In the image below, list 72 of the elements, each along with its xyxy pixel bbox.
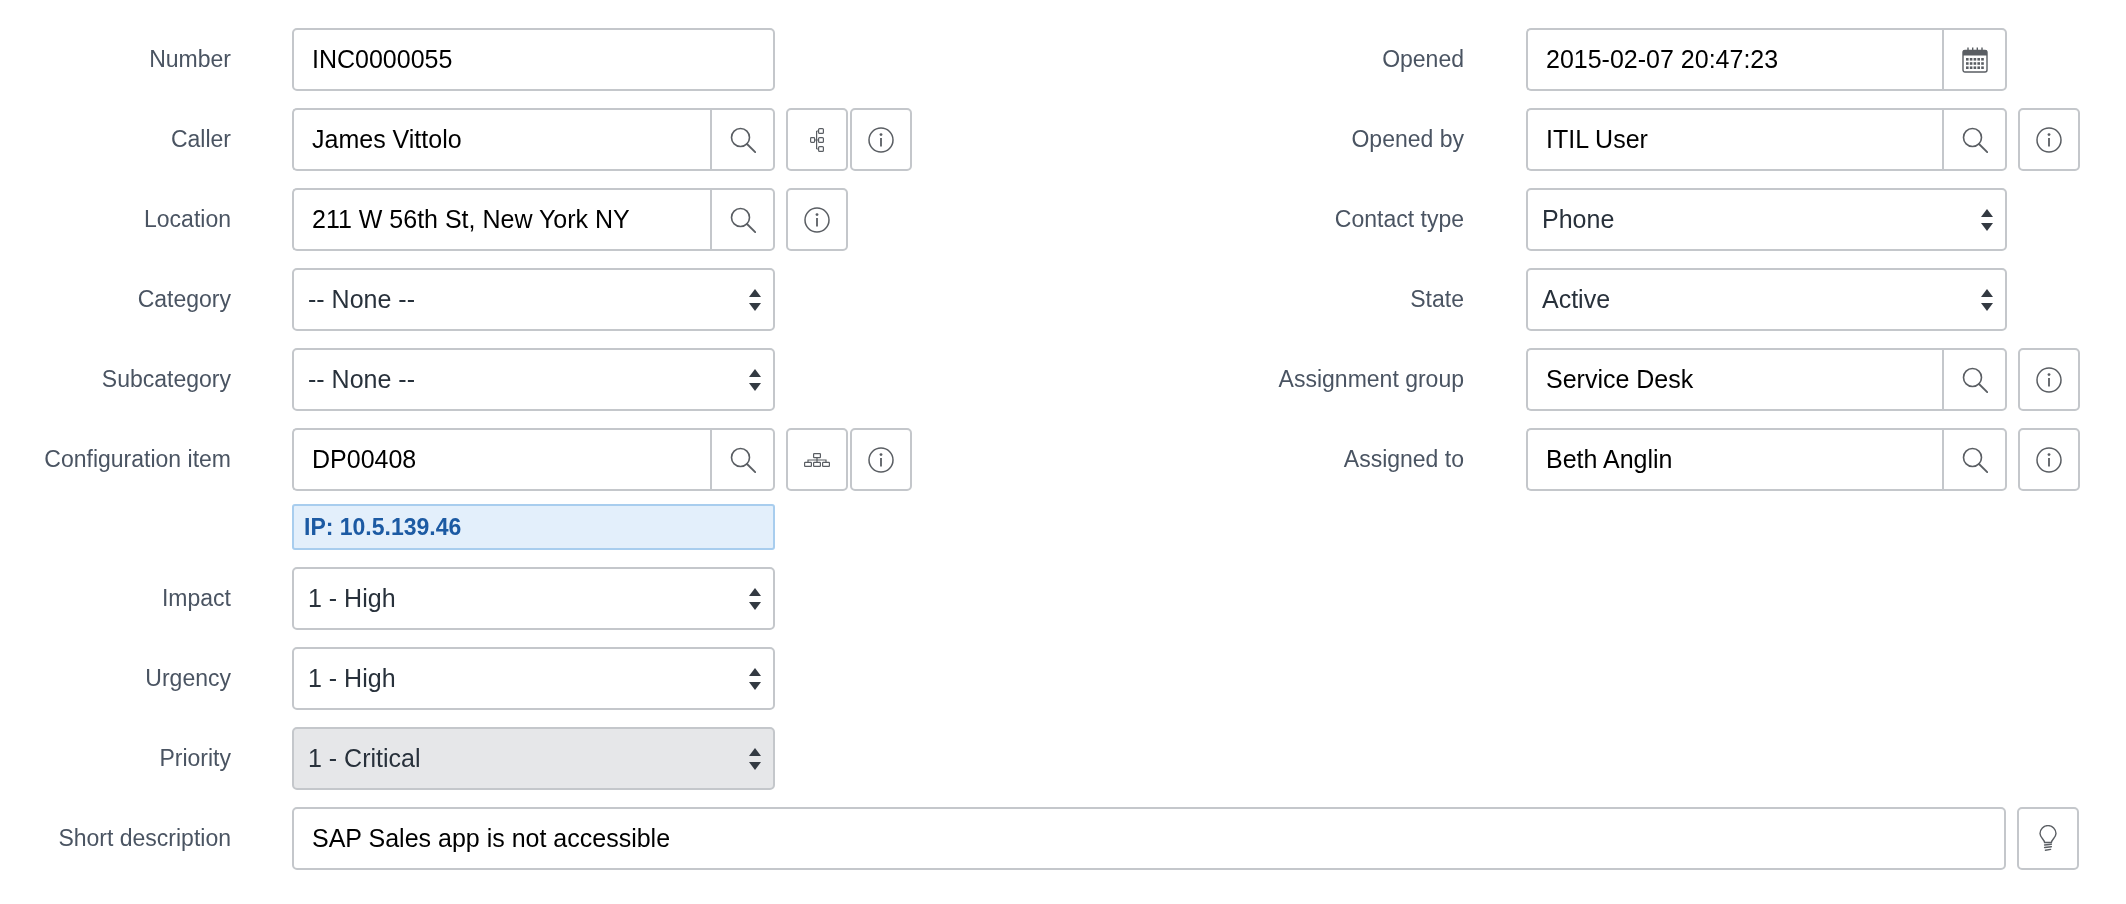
lightbulb-button[interactable] <box>2017 807 2079 870</box>
select-field[interactable]: Phone <box>1526 188 2007 251</box>
calendar-button[interactable] <box>1942 28 2007 91</box>
sort-arrows-icon <box>1981 288 1993 311</box>
input-field[interactable]: SAP Sales app is not accessible <box>292 807 2006 870</box>
field-label: Opened by <box>1350 126 1464 153</box>
date-field[interactable]: 2015-02-07 20:47:23 <box>1526 28 1942 91</box>
search-icon <box>1961 446 1988 473</box>
search-button[interactable] <box>710 188 775 251</box>
info-button[interactable] <box>850 428 912 491</box>
search-icon <box>1961 366 1988 393</box>
input-field[interactable]: Service Desk <box>1526 348 1942 411</box>
field-label: Assigned to <box>1342 446 1464 473</box>
field-label: Location <box>143 206 231 233</box>
select-field[interactable]: 1 - High <box>292 647 775 710</box>
sort-arrows-icon <box>749 368 761 391</box>
hierarchy-icon <box>804 452 830 467</box>
info-button[interactable] <box>850 108 912 171</box>
info-button[interactable] <box>2018 348 2080 411</box>
sort-arrows-icon <box>749 667 761 690</box>
field-label: State <box>1409 286 1464 313</box>
tree-button[interactable] <box>786 108 848 171</box>
search-button[interactable] <box>710 428 775 491</box>
field-label: Contact type <box>1333 206 1464 233</box>
field-label: Impact <box>160 585 231 612</box>
info-button[interactable] <box>2018 428 2080 491</box>
info-icon <box>2036 126 2062 153</box>
search-button[interactable] <box>1942 108 2007 171</box>
field-label: Priority <box>158 745 231 772</box>
hierarchy-button[interactable] <box>786 428 848 491</box>
field-label: Configuration item <box>43 446 231 473</box>
input-field[interactable]: DP00408 <box>292 428 710 491</box>
field-label: Caller <box>169 126 231 153</box>
sort-arrows-icon <box>749 587 761 610</box>
select-field[interactable]: -- None -- <box>292 268 775 331</box>
lightbulb-icon <box>2039 825 2057 852</box>
search-icon <box>1961 126 1988 153</box>
info-icon <box>2036 366 2062 393</box>
info-icon <box>868 126 894 153</box>
input-field[interactable]: ITIL User <box>1526 108 1942 171</box>
input-field[interactable]: Beth Anglin <box>1526 428 1942 491</box>
sort-arrows-icon <box>1981 208 1993 231</box>
info-button[interactable] <box>2018 108 2080 171</box>
sort-arrows-icon <box>749 288 761 311</box>
field-label: Short description <box>57 825 231 852</box>
input-field[interactable]: James Vittolo <box>292 108 710 171</box>
select-field[interactable]: Active <box>1526 268 2007 331</box>
search-button[interactable] <box>1942 428 2007 491</box>
input-field[interactable]: INC0000055 <box>292 28 775 91</box>
field-label: Urgency <box>144 665 231 692</box>
search-button[interactable] <box>710 108 775 171</box>
field-label: Assignment group <box>1277 366 1464 393</box>
input-field[interactable]: 211 W 56th St, New York NY <box>292 188 710 251</box>
search-button[interactable] <box>1942 348 2007 411</box>
info-icon <box>868 446 894 473</box>
field-label: Number <box>148 46 231 73</box>
search-icon <box>729 206 756 233</box>
info-icon <box>2036 446 2062 473</box>
info-icon <box>804 206 830 233</box>
search-icon <box>729 446 756 473</box>
sort-arrows-icon <box>749 747 761 770</box>
ip-address-note: IP: 10.5.139.46 <box>292 504 775 550</box>
select-field[interactable]: -- None -- <box>292 348 775 411</box>
tree-icon <box>810 127 824 152</box>
info-button[interactable] <box>786 188 848 251</box>
search-icon <box>729 126 756 153</box>
field-label: Opened <box>1381 46 1464 73</box>
field-label: Subcategory <box>100 366 231 393</box>
select-field[interactable]: 1 - High <box>292 567 775 630</box>
calendar-icon <box>1961 46 1988 73</box>
select-field[interactable]: 1 - Critical <box>292 727 775 790</box>
field-label: Category <box>136 286 231 313</box>
